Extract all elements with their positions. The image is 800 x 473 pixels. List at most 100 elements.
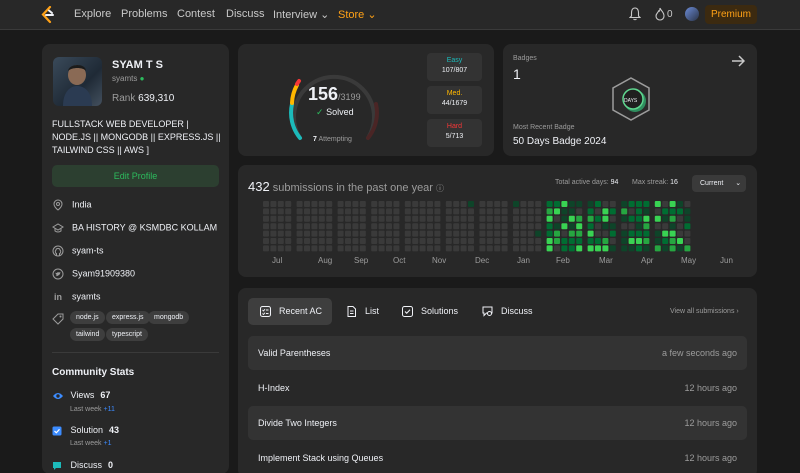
heatmap-cell[interactable] — [643, 245, 650, 252]
heatmap-cell[interactable] — [520, 230, 527, 237]
heatmap-cell[interactable] — [326, 215, 333, 222]
heatmap-cell[interactable] — [520, 201, 527, 207]
heatmap-cell[interactable] — [546, 208, 553, 215]
heatmap-cell[interactable] — [371, 223, 378, 230]
heatmap-cell[interactable] — [304, 223, 310, 230]
arrow-right-icon[interactable] — [731, 54, 745, 68]
heatmap-cell[interactable] — [568, 223, 575, 230]
heatmap-cell[interactable] — [468, 230, 474, 237]
heatmap-cell[interactable] — [654, 223, 661, 230]
heatmap-cell[interactable] — [554, 230, 560, 237]
heatmap-cell[interactable] — [561, 245, 568, 252]
info-icon[interactable]: ⓘ — [436, 184, 444, 193]
heatmap-cell[interactable] — [527, 238, 534, 244]
heatmap-cell[interactable] — [404, 215, 411, 222]
heatmap-cell[interactable] — [669, 245, 676, 252]
heatmap-cell[interactable] — [576, 208, 583, 215]
heatmap-cell[interactable] — [486, 238, 493, 244]
heatmap-cell[interactable] — [595, 208, 601, 215]
heatmap-cell[interactable] — [263, 215, 269, 222]
heatmap-cell[interactable] — [643, 201, 650, 207]
heatmap-cell[interactable] — [386, 230, 392, 237]
heatmap-cell[interactable] — [304, 215, 310, 222]
heatmap-cell[interactable] — [479, 208, 486, 215]
heatmap-cell[interactable] — [434, 208, 441, 215]
heatmap-cell[interactable] — [535, 208, 542, 215]
heatmap-cell[interactable] — [326, 201, 333, 207]
heatmap-cell[interactable] — [412, 223, 419, 230]
heatmap-cell[interactable] — [636, 223, 642, 230]
edit-profile-button[interactable]: Edit Profile — [52, 165, 219, 187]
heatmap-cell[interactable] — [662, 223, 669, 230]
heatmap-cell[interactable] — [669, 208, 676, 215]
heatmap-cell[interactable] — [419, 201, 426, 207]
heatmap-cell[interactable] — [602, 201, 609, 207]
heatmap-cell[interactable] — [434, 245, 441, 252]
heatmap-cell[interactable] — [684, 208, 691, 215]
heatmap-cell[interactable] — [359, 201, 366, 207]
heatmap-cell[interactable] — [277, 245, 284, 252]
heatmap-cell[interactable] — [460, 238, 467, 244]
heatmap-cell[interactable] — [468, 223, 474, 230]
heatmap-cell[interactable] — [621, 230, 628, 237]
heatmap-cell[interactable] — [285, 238, 292, 244]
heatmap-cell[interactable] — [337, 230, 344, 237]
skill-tag[interactable]: node.js — [70, 311, 105, 324]
heatmap-cell[interactable] — [412, 215, 419, 222]
heatmap-cell[interactable] — [636, 245, 642, 252]
heatmap-cell[interactable] — [337, 245, 344, 252]
heatmap-cell[interactable] — [371, 245, 378, 252]
heatmap-cell[interactable] — [501, 230, 508, 237]
nav-discuss[interactable]: Discuss — [226, 8, 265, 20]
skill-tag[interactable]: mongodb — [148, 311, 190, 324]
heatmap-cell[interactable] — [568, 238, 575, 244]
heatmap-cell[interactable] — [628, 223, 635, 230]
heatmap-cell[interactable] — [486, 223, 493, 230]
heatmap-cell[interactable] — [479, 215, 486, 222]
heatmap-cell[interactable] — [595, 238, 601, 244]
heatmap-cell[interactable] — [427, 238, 433, 244]
recent-row[interactable]: Divide Two Integers 12 hours ago — [248, 406, 747, 440]
heatmap-cell[interactable] — [576, 215, 583, 222]
heatmap-cell[interactable] — [643, 238, 650, 244]
heatmap-cell[interactable] — [479, 223, 486, 230]
info-linkedin[interactable]: in syamts — [52, 291, 101, 303]
heatmap-cell[interactable] — [371, 215, 378, 222]
heatmap-cell[interactable] — [568, 230, 575, 237]
heatmap-cell[interactable] — [326, 208, 333, 215]
heatmap-cell[interactable] — [352, 201, 359, 207]
heatmap-cell[interactable] — [296, 208, 303, 215]
notification-bell-icon[interactable] — [629, 7, 641, 21]
heatmap-cell[interactable] — [445, 230, 452, 237]
heatmap-cell[interactable] — [412, 201, 419, 207]
nav-contest[interactable]: Contest — [177, 8, 215, 20]
heatmap-cell[interactable] — [318, 208, 325, 215]
heatmap-cell[interactable] — [419, 215, 426, 222]
heatmap-cell[interactable] — [628, 201, 635, 207]
heatmap-cell[interactable] — [285, 215, 292, 222]
heatmap-cell[interactable] — [311, 223, 318, 230]
nav-store[interactable]: Store ⌄ — [338, 8, 377, 21]
heatmap-cell[interactable] — [270, 215, 277, 222]
heatmap-cell[interactable] — [535, 223, 542, 230]
heatmap-cell[interactable] — [378, 201, 385, 207]
heatmap-cell[interactable] — [404, 238, 411, 244]
heatmap-cell[interactable] — [345, 238, 351, 244]
heatmap-cell[interactable] — [677, 230, 683, 237]
streak-fire-icon[interactable] — [655, 7, 665, 21]
heatmap-cell[interactable] — [404, 201, 411, 207]
heatmap-cell[interactable] — [285, 201, 292, 207]
heatmap-cell[interactable] — [546, 223, 553, 230]
heatmap-cell[interactable] — [535, 238, 542, 244]
heatmap-cell[interactable] — [486, 230, 493, 237]
skill-tag[interactable]: express.js — [106, 311, 150, 324]
heatmap-cell[interactable] — [494, 215, 501, 222]
heatmap-cell[interactable] — [609, 223, 616, 230]
heatmap-cell[interactable] — [304, 230, 310, 237]
heatmap-cell[interactable] — [263, 238, 269, 244]
heatmap-cell[interactable] — [535, 245, 542, 252]
heatmap-cell[interactable] — [386, 238, 392, 244]
heatmap-cell[interactable] — [378, 223, 385, 230]
heatmap-cell[interactable] — [393, 245, 400, 252]
heatmap-cell[interactable] — [595, 245, 601, 252]
